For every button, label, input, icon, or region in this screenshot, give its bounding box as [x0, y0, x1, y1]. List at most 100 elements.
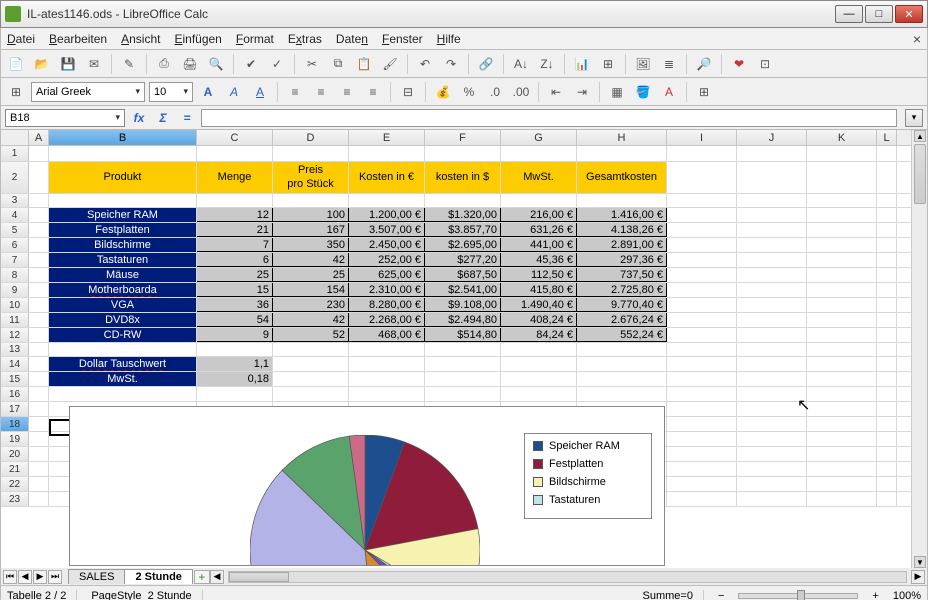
cell[interactable]	[29, 194, 49, 207]
cell[interactable]	[667, 238, 737, 252]
cell[interactable]: $2.494,80	[425, 313, 501, 327]
cell[interactable]: Tastaturen	[49, 253, 197, 267]
cell[interactable]: 42	[273, 253, 349, 267]
cell[interactable]	[807, 357, 877, 371]
decimal-add-button[interactable]: .0	[484, 81, 506, 103]
cell[interactable]	[737, 283, 807, 297]
cell[interactable]: 552,24 €	[577, 328, 667, 342]
scroll-right-button[interactable]: ▶	[911, 570, 925, 584]
cell[interactable]	[807, 328, 877, 342]
cell[interactable]: 45,36 €	[501, 253, 577, 267]
cell[interactable]	[577, 387, 667, 401]
cell[interactable]	[29, 328, 49, 342]
cell[interactable]	[501, 194, 577, 207]
cell[interactable]: 9.770,40 €	[577, 298, 667, 312]
cell[interactable]	[807, 253, 877, 267]
cell[interactable]	[425, 343, 501, 356]
cell[interactable]	[425, 387, 501, 401]
cell[interactable]: 7	[197, 238, 273, 252]
cell[interactable]	[807, 268, 877, 282]
cell[interactable]	[737, 268, 807, 282]
cell[interactable]	[737, 253, 807, 267]
cell[interactable]	[29, 417, 49, 431]
cell[interactable]: 3.507,00 €	[349, 223, 425, 237]
row-header-22[interactable]: 22	[1, 477, 29, 491]
cell[interactable]	[349, 194, 425, 207]
cell[interactable]	[273, 194, 349, 207]
cell[interactable]	[667, 462, 737, 476]
cut-button[interactable]: ✂	[301, 53, 323, 75]
cell[interactable]	[667, 313, 737, 327]
extra1-button[interactable]: ⊡	[754, 53, 776, 75]
cell[interactable]: 230	[273, 298, 349, 312]
bold-button[interactable]: A	[197, 81, 219, 103]
cell[interactable]	[29, 462, 49, 476]
row-header-10[interactable]: 10	[1, 298, 29, 312]
cell[interactable]	[425, 357, 501, 371]
cell[interactable]: 84,24 €	[501, 328, 577, 342]
cell[interactable]: VGA	[49, 298, 197, 312]
cell[interactable]: $514,80	[425, 328, 501, 342]
cell[interactable]	[877, 343, 897, 356]
cell[interactable]	[29, 208, 49, 222]
cell[interactable]	[807, 223, 877, 237]
autospell-button[interactable]: ✓	[266, 53, 288, 75]
cell[interactable]	[877, 253, 897, 267]
function-wizard-button[interactable]: fx	[129, 109, 149, 127]
print-button[interactable]: 🖨	[179, 53, 201, 75]
borders-button[interactable]: ▦	[606, 81, 628, 103]
cell[interactable]	[29, 372, 49, 386]
cell[interactable]	[877, 298, 897, 312]
cell[interactable]	[877, 432, 897, 446]
vertical-scroll-thumb[interactable]	[914, 144, 926, 204]
preview-button[interactable]: 🔍	[205, 53, 227, 75]
cell[interactable]	[29, 253, 49, 267]
menu-help[interactable]: Hilfe	[437, 32, 461, 46]
row-header-16[interactable]: 16	[1, 387, 29, 401]
cell[interactable]	[667, 477, 737, 491]
cell[interactable]	[349, 372, 425, 386]
zoom-button[interactable]: 🔎	[693, 53, 715, 75]
cell[interactable]: Motherboarda	[49, 283, 197, 297]
cell[interactable]: 21	[197, 223, 273, 237]
row-header-4[interactable]: 4	[1, 208, 29, 222]
cell[interactable]	[667, 194, 737, 207]
col-header-K[interactable]: K	[807, 130, 877, 145]
row-header-6[interactable]: 6	[1, 238, 29, 252]
tab-first-button[interactable]: ⏮	[3, 570, 17, 584]
cell[interactable]: Bildschirme	[49, 238, 197, 252]
help-button[interactable]: ❤	[728, 53, 750, 75]
gallery-button[interactable]: 🖼	[632, 53, 654, 75]
cell[interactable]	[877, 387, 897, 401]
cell[interactable]: CD-RW	[49, 328, 197, 342]
cell[interactable]: 15	[197, 283, 273, 297]
cell[interactable]: 468,00 €	[349, 328, 425, 342]
cell[interactable]	[737, 194, 807, 207]
window-close-button[interactable]: ✕	[895, 5, 923, 23]
cell[interactable]	[29, 492, 49, 506]
cell[interactable]: 9	[197, 328, 273, 342]
cell[interactable]	[273, 146, 349, 161]
cell[interactable]	[877, 372, 897, 386]
cell[interactable]: 36	[197, 298, 273, 312]
cell[interactable]	[807, 146, 877, 161]
cell[interactable]	[29, 387, 49, 401]
cell[interactable]: $9.108,00	[425, 298, 501, 312]
cell[interactable]	[49, 194, 197, 207]
cell[interactable]	[29, 298, 49, 312]
horizontal-scrollbar[interactable]: ◀ ▶	[210, 570, 927, 584]
menu-data[interactable]: Daten	[336, 32, 368, 46]
col-header-L[interactable]: L	[877, 130, 897, 145]
cell[interactable]: 167	[273, 223, 349, 237]
cell[interactable]: 350	[273, 238, 349, 252]
cell[interactable]	[197, 387, 273, 401]
row-header-5[interactable]: 5	[1, 223, 29, 237]
cell[interactable]: 4.138,26 €	[577, 223, 667, 237]
cell[interactable]	[29, 283, 49, 297]
cell[interactable]: Preispro Stück	[273, 162, 349, 193]
fontcolor-button[interactable]: A	[658, 81, 680, 103]
spellcheck-button[interactable]: ✔	[240, 53, 262, 75]
cell[interactable]: Kosten in €	[349, 162, 425, 193]
cell[interactable]	[807, 462, 877, 476]
cell[interactable]	[877, 402, 897, 416]
